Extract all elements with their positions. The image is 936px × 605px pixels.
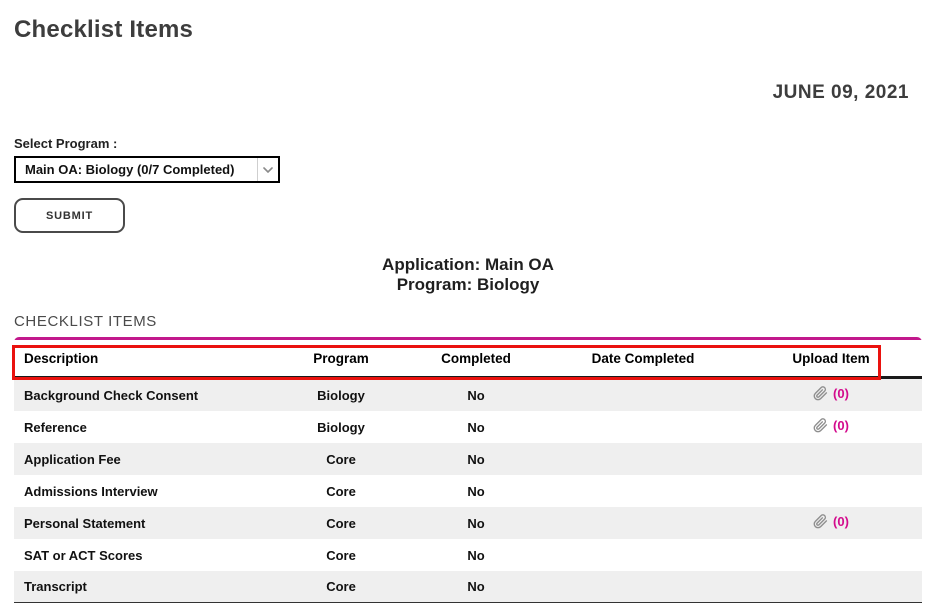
cell-description: Personal Statement xyxy=(24,515,146,531)
cell-program: Biology xyxy=(317,419,365,435)
cell-program: Core xyxy=(326,483,356,499)
upload-attachment-link[interactable]: (0) xyxy=(813,514,849,529)
table-row: Admissions Interview Core No xyxy=(14,475,922,507)
table-row: Background Check Consent Biology No (0) xyxy=(14,379,922,411)
select-program-label: Select Program : xyxy=(14,136,118,151)
header-program: Program xyxy=(313,350,369,366)
cell-description: Reference xyxy=(24,419,87,435)
checklist-section-heading: CHECKLIST ITEMS xyxy=(14,313,157,330)
paperclip-icon xyxy=(813,514,828,529)
cell-completed: No xyxy=(467,387,485,403)
submit-button[interactable]: SUBMIT xyxy=(14,198,125,233)
cell-completed: No xyxy=(467,547,485,563)
table-header-row: Description Program Completed Date Compl… xyxy=(14,340,922,379)
cell-completed: No xyxy=(467,451,485,467)
cell-program: Biology xyxy=(317,387,365,403)
program-select[interactable]: Main OA: Biology (0/7 Completed) xyxy=(14,156,280,183)
cell-completed: No xyxy=(467,419,485,435)
header-date-completed: Date Completed xyxy=(591,350,695,366)
application-info: Application: Main OA Program: Biology xyxy=(14,255,922,295)
cell-upload-item: (0) xyxy=(740,514,922,532)
cell-description: Transcript xyxy=(24,579,87,594)
upload-count: (0) xyxy=(833,514,849,529)
cell-program: Core xyxy=(326,515,356,531)
header-description: Description xyxy=(24,350,99,366)
header-completed: Completed xyxy=(441,350,511,366)
upload-attachment-link[interactable]: (0) xyxy=(813,418,849,433)
current-date: JUNE 09, 2021 xyxy=(772,82,909,103)
header-upload-item: Upload Item xyxy=(792,350,870,366)
table-row: Reference Biology No (0) xyxy=(14,411,922,443)
cell-program: Core xyxy=(326,451,356,467)
checklist-items-page: Checklist Items JUNE 09, 2021 Select Pro… xyxy=(0,0,936,605)
cell-completed: No xyxy=(467,515,485,531)
cell-upload-item: (0) xyxy=(740,418,922,436)
cell-description: Background Check Consent xyxy=(24,387,199,403)
table-row: Application Fee Core No xyxy=(14,443,922,475)
cell-description: SAT or ACT Scores xyxy=(24,547,143,563)
cell-completed: No xyxy=(467,483,485,499)
page-title: Checklist Items xyxy=(14,16,194,43)
program-select-value: Main OA: Biology (0/7 Completed) xyxy=(25,162,235,177)
upload-count: (0) xyxy=(833,418,849,433)
paperclip-icon xyxy=(813,418,828,433)
application-name: Application: Main OA xyxy=(382,255,554,274)
checklist-table: Description Program Completed Date Compl… xyxy=(12,337,922,603)
cell-description: Admissions Interview xyxy=(24,483,158,499)
table-body: Background Check Consent Biology No (0) Refe… xyxy=(14,379,922,603)
cell-program: Core xyxy=(326,579,356,594)
upload-attachment-link[interactable]: (0) xyxy=(813,386,849,401)
program-name: Program: Biology xyxy=(396,275,540,294)
cell-program: Core xyxy=(326,547,356,563)
table-row: SAT or ACT Scores Core No xyxy=(14,539,922,571)
paperclip-icon xyxy=(813,386,828,401)
chevron-down-icon xyxy=(257,158,278,181)
table-row: Personal Statement Core No (0) xyxy=(14,507,922,539)
table-row: Transcript Core No xyxy=(14,571,922,603)
upload-count: (0) xyxy=(833,386,849,401)
cell-upload-item: (0) xyxy=(740,386,922,404)
cell-description: Application Fee xyxy=(24,451,121,467)
cell-completed: No xyxy=(467,579,485,594)
